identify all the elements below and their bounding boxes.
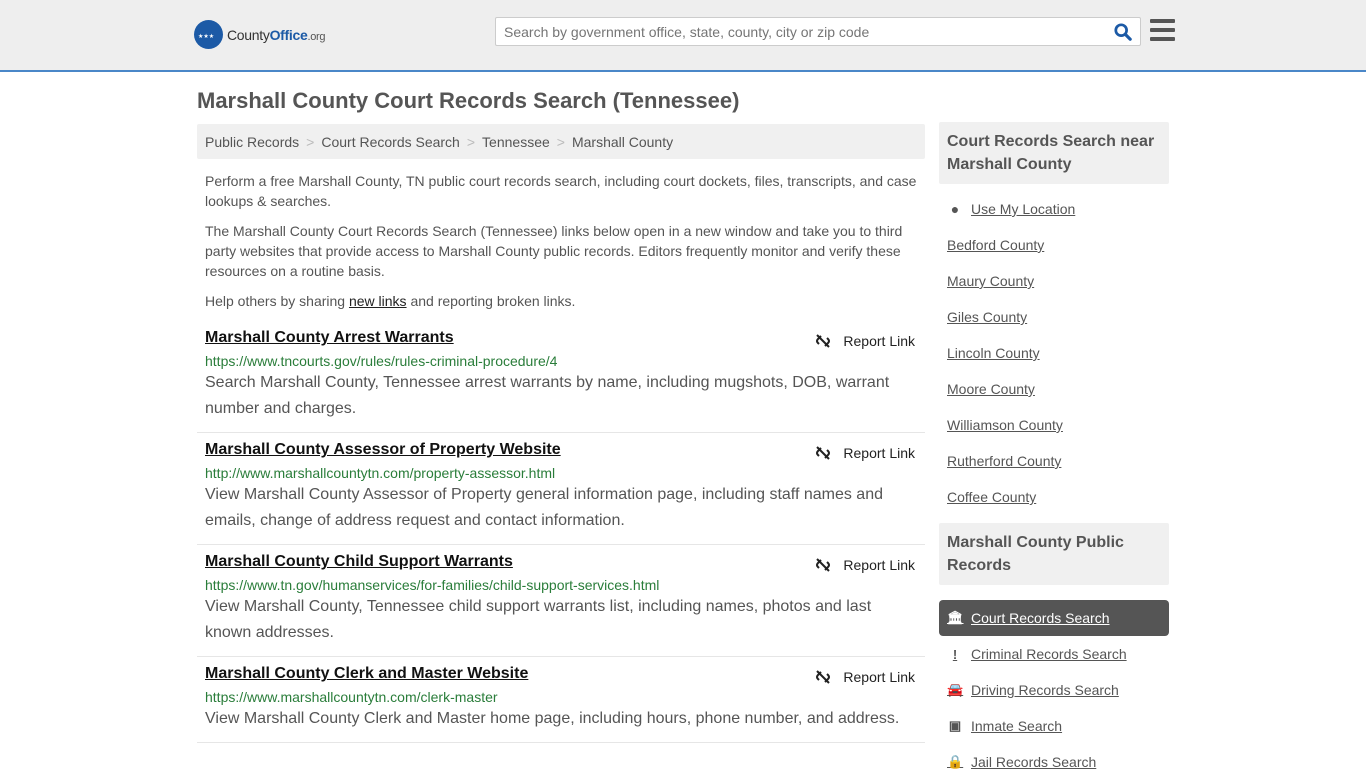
resource-item: Marshall County Arrest Warrants Report L… — [197, 321, 925, 433]
breadcrumb-item[interactable]: Public Records — [205, 134, 299, 150]
nearby-county-link[interactable]: Maury County — [947, 263, 1161, 299]
broken-link-icon — [816, 670, 831, 684]
car-icon: 🚘 — [947, 682, 964, 697]
resource-title-link[interactable]: Marshall County Assessor of Property Web… — [205, 441, 561, 458]
resource-title-link[interactable]: Marshall County Child Support Warrants — [205, 553, 513, 570]
nearby-county-link[interactable]: Coffee County — [947, 479, 1161, 515]
page-title: Marshall County Court Records Search (Te… — [197, 88, 740, 113]
logo-tld: .org — [307, 30, 326, 43]
resource-item: Marshall County Clerk and Master Website… — [197, 657, 925, 743]
courthouse-icon: 🏛 — [947, 610, 964, 625]
report-link-button[interactable]: Report Link — [815, 669, 915, 685]
public-records-list: 🏛 Court Records Search! Criminal Records S… — [939, 600, 1169, 780]
intro: Perform a free Marshall County, TN publi… — [197, 159, 925, 311]
nearby-heading: Court Records Search near Marshall Count… — [939, 122, 1169, 184]
main-content: Public Records > Court Records Search > Te… — [197, 124, 925, 743]
resource-description: View Marshall County Clerk and Master ho… — [205, 710, 900, 727]
search-icon[interactable] — [1114, 23, 1132, 41]
use-my-location-link[interactable]: ● Use My Location — [947, 191, 1161, 227]
public-records-link[interactable]: ▣ Inmate Search — [939, 708, 1169, 744]
breadcrumb: Public Records > Court Records Search > Te… — [197, 124, 925, 159]
public-records-link[interactable]: ! Criminal Records Search — [939, 636, 1169, 672]
report-link-button[interactable]: Report Link — [815, 557, 915, 573]
eagle-logo-icon — [194, 20, 223, 49]
new-links-link[interactable]: new links — [349, 293, 407, 309]
breadcrumb-current: Marshall County — [571, 133, 674, 150]
exclamation-icon: ! — [952, 646, 958, 662]
breadcrumb-separator: > — [556, 133, 565, 150]
resource-description: View Marshall County, Tennessee child su… — [205, 598, 872, 641]
nearby-county-link[interactable]: Bedford County — [947, 227, 1161, 263]
breadcrumb-separator: > — [466, 133, 476, 150]
intro-paragraph: Perform a free Marshall County, TN publi… — [205, 173, 917, 209]
breadcrumb-item[interactable]: Court Records Search — [321, 134, 460, 150]
nearby-county-link[interactable]: Moore County — [947, 371, 1161, 407]
report-link-button[interactable]: Report Link — [815, 445, 915, 461]
resource-url: https://www.marshallcountytn.com/clerk-m… — [205, 689, 498, 705]
hamburger-menu-icon[interactable] — [1150, 19, 1175, 42]
report-link-button[interactable]: Report Link — [815, 333, 915, 349]
nearby-list: ● Use My Location Bedford County Maury Cou… — [939, 184, 1169, 523]
resource-title-link[interactable]: Marshall County Clerk and Master Website — [205, 665, 528, 682]
broken-link-icon — [816, 334, 831, 348]
search-input[interactable] — [496, 18, 1096, 45]
resource-url: http://www.marshallcountytn.com/property… — [205, 465, 556, 481]
resource-item: Marshall County Child Support Warrants R… — [197, 545, 925, 657]
logo-text-bold: Office — [269, 26, 308, 43]
logo-text: County — [227, 26, 270, 43]
resource-description: View Marshall County Assessor of Propert… — [205, 486, 883, 529]
site-header: CountyOffice.org — [0, 0, 1366, 72]
resource-url: https://www.tn.gov/humanservices/for-fam… — [205, 577, 660, 593]
nearby-county-link[interactable]: Rutherford County — [947, 443, 1161, 479]
breadcrumb-item[interactable]: Tennessee — [482, 134, 550, 150]
broken-link-icon — [816, 558, 831, 572]
nearby-county-link[interactable]: Lincoln County — [947, 335, 1161, 371]
broken-link-icon — [816, 446, 831, 460]
resource-description: Search Marshall County, Tennessee arrest… — [205, 374, 890, 417]
search-box — [495, 17, 1141, 46]
public-records-link[interactable]: 🔒 Jail Records Search — [939, 744, 1169, 780]
nearby-county-link[interactable]: Giles County — [947, 299, 1161, 335]
share-note: Help others by sharing new links and rep… — [205, 293, 576, 309]
resource-url: https://www.tncourts.gov/rules/rules-cri… — [205, 353, 558, 369]
map-marker-icon: ● — [950, 201, 960, 217]
resource-item: Marshall County Assessor of Property Web… — [197, 433, 925, 545]
public-records-link[interactable]: 🚘 Driving Records Search — [939, 672, 1169, 708]
logo[interactable]: CountyOffice.org — [194, 20, 326, 49]
resource-title-link[interactable]: Marshall County Arrest Warrants — [205, 329, 454, 346]
nearby-county-link[interactable]: Williamson County — [947, 407, 1161, 443]
id-badge-icon: ▣ — [948, 718, 962, 733]
breadcrumb-separator: > — [306, 133, 315, 150]
intro-paragraph: The Marshall County Court Records Search… — [205, 223, 903, 279]
sidebar: Court Records Search near Marshall Count… — [939, 122, 1169, 780]
public-records-heading: Marshall County Public Records — [939, 523, 1169, 585]
public-records-link[interactable]: 🏛 Court Records Search — [939, 600, 1169, 636]
